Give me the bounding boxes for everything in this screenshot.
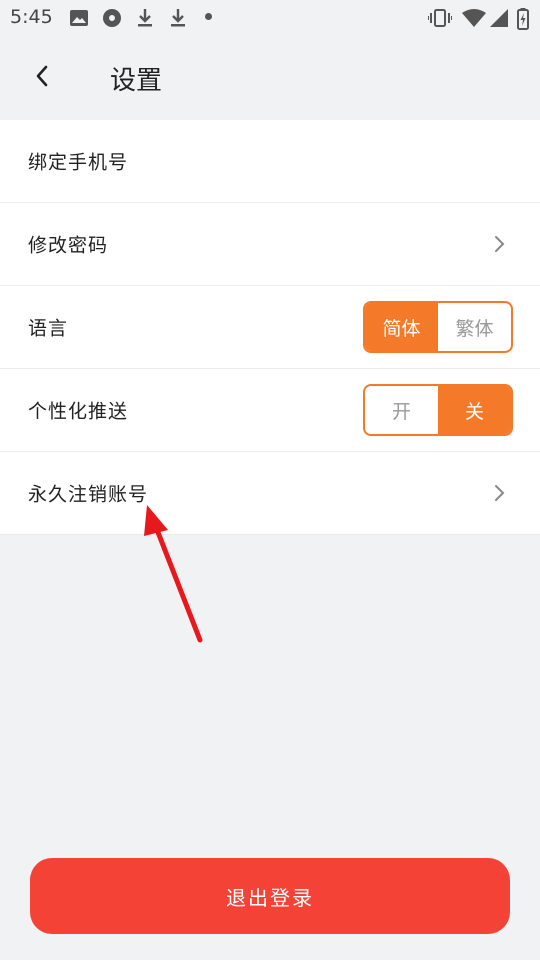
logout-label: 退出登录: [226, 885, 314, 910]
download-icon: [171, 9, 185, 27]
row-label: 永久注销账号: [28, 483, 149, 506]
photo-icon: [70, 10, 88, 26]
logout-button[interactable]: 退出登录: [30, 858, 510, 934]
language-traditional-option[interactable]: 繁体: [438, 303, 511, 351]
notification-dot-icon: [205, 13, 212, 20]
disc-icon: [103, 9, 121, 27]
language-simplified-option[interactable]: 简体: [365, 303, 438, 351]
push-on-option[interactable]: 开: [365, 386, 438, 434]
header: 设置: [0, 36, 540, 120]
row-label: 修改密码: [28, 234, 109, 257]
row-label: 绑定手机号: [28, 151, 129, 174]
status-time: 5:45: [10, 6, 53, 28]
push-toggle: 开 关: [363, 384, 513, 436]
annotation-arrow: [144, 505, 203, 643]
back-button[interactable]: [24, 58, 60, 94]
row-delete-account[interactable]: 永久注销账号: [0, 452, 540, 535]
vibrate-icon: [428, 9, 452, 27]
back-arrow-icon: [36, 65, 48, 87]
status-bar: 5:45: [0, 0, 540, 36]
battery-icon: [517, 8, 529, 30]
wifi-icon: [462, 9, 486, 27]
row-label: 个性化推送: [28, 400, 129, 423]
chevron-right-icon: [495, 485, 505, 501]
row-language: 语言 简体 繁体: [0, 286, 540, 369]
download-icon: [138, 9, 152, 27]
signal-icon: [490, 9, 508, 27]
settings-list: 绑定手机号 修改密码 语言 简体 繁体 个性化推送 开 关 永久注销账号: [0, 120, 540, 535]
row-change-password[interactable]: 修改密码: [0, 203, 540, 286]
page-title: 设置: [110, 66, 163, 96]
chevron-right-icon: [495, 236, 505, 252]
row-personalized-push: 个性化推送 开 关: [0, 369, 540, 452]
push-off-option[interactable]: 关: [438, 386, 511, 434]
row-label: 语言: [28, 317, 69, 340]
language-toggle: 简体 繁体: [363, 301, 513, 353]
row-bind-phone[interactable]: 绑定手机号: [0, 120, 540, 203]
